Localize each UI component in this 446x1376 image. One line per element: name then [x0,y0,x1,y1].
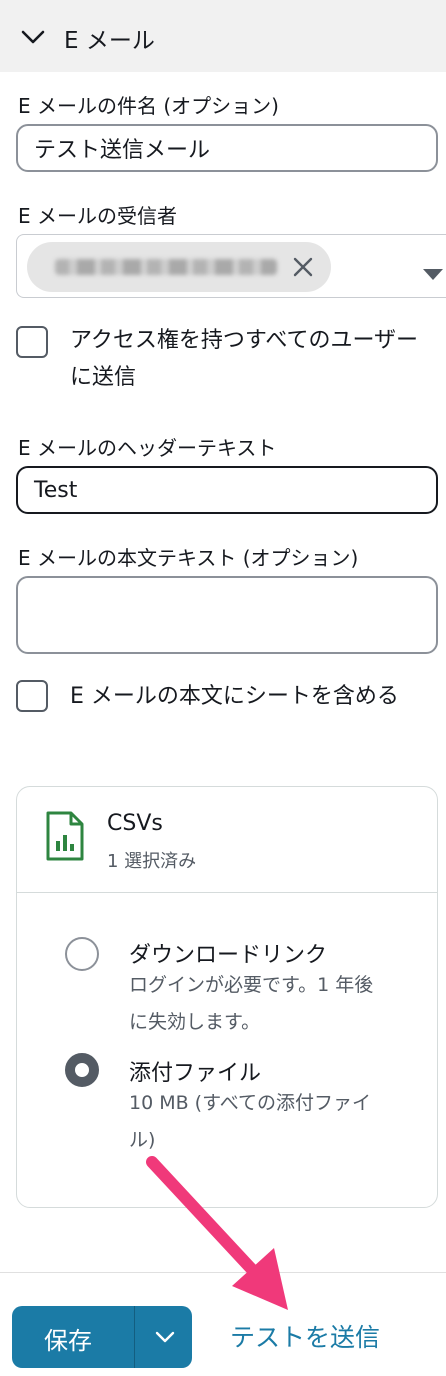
body-text-label: E メールの本文テキスト (オプション) [18,546,359,570]
save-button[interactable]: 保存 [12,1306,192,1368]
send-test-button[interactable]: テストを送信 [230,1318,380,1354]
attachment-file-radio[interactable] [65,1053,99,1087]
download-link-description: ログインが必要です。1 年後に失効します。 [129,974,374,1033]
header-text-label: E メールのヘッダーテキスト [18,436,277,460]
email-section-header[interactable]: E メール [0,0,446,72]
attachment-file-label: 添付ファイル [129,1061,262,1086]
all-users-label: アクセス権を持つすべてのユーザーに送信 [70,328,419,390]
include-sheet-label: E メールの本文にシートを含める [70,684,399,709]
include-sheet-checkbox[interactable] [16,680,48,712]
download-link-radio[interactable] [65,937,99,971]
remove-recipient-icon[interactable] [289,253,317,281]
header-text-input[interactable]: Test [16,466,438,514]
spreadsheet-file-icon [46,811,84,861]
save-split-divider [134,1306,135,1368]
all-users-checkbox[interactable] [16,326,48,358]
subject-input[interactable]: テスト送信メール [16,124,438,172]
subject-label: E メールの件名 (オプション) [18,94,279,118]
header-text-value: Test [34,477,78,503]
subject-value: テスト送信メール [34,138,211,163]
card-title: CSVs [107,811,163,836]
attachment-card: CSVs 1 選択済み ダウンロードリンク ログインが必要です。1 年後に失効し… [16,786,438,1208]
save-button-label: 保存 [44,1327,92,1355]
chevron-down-icon [21,30,45,44]
attachment-file-description: 10 MB (すべての添付ファイル) [129,1092,372,1151]
card-divider [17,892,437,893]
card-subtitle: 1 選択済み [107,851,197,872]
recipient-chip [27,242,331,292]
download-link-label: ダウンロードリンク [129,943,328,968]
redacted-recipient [55,259,277,275]
recipients-input[interactable] [16,234,446,298]
footer-divider [0,1272,446,1273]
body-text-input[interactable] [16,576,438,654]
caret-down-icon[interactable] [423,269,443,280]
chevron-down-icon[interactable] [154,1326,176,1348]
section-title: E メール [64,28,155,54]
recipients-label: E メールの受信者 [18,204,177,228]
